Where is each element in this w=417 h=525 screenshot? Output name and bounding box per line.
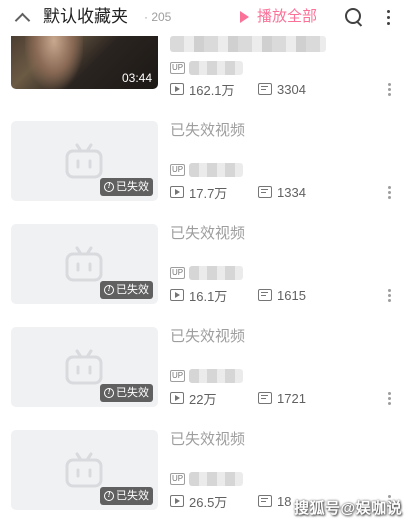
tv-placeholder-icon: [65, 452, 103, 488]
danmaku-count: 3304: [258, 82, 306, 97]
uploader-name-blurred: [189, 472, 244, 486]
video-stats: 162.1万 3304: [170, 80, 306, 99]
view-count: 16.1万: [170, 286, 258, 305]
play-count-icon: [170, 289, 184, 301]
play-count-icon: [170, 495, 184, 507]
alert-icon: !: [104, 182, 114, 192]
play-all-label: 播放全部: [257, 8, 318, 25]
danmaku-count: 1615: [258, 288, 306, 303]
video-title: 已失效视频: [170, 328, 246, 345]
more-options-icon[interactable]: [382, 388, 396, 408]
video-title: 已失效视频: [170, 122, 246, 139]
uploader-row: UP: [170, 163, 244, 177]
danmaku-count: 1721: [258, 391, 306, 406]
tv-placeholder-icon: [65, 349, 103, 385]
list-item[interactable]: ! 已失效 已失效视频 UP 16.1万 1615: [0, 213, 417, 313]
danmaku-count: 18: [258, 494, 291, 509]
video-thumbnail[interactable]: ! 已失效: [11, 430, 158, 510]
invalid-badge: ! 已失效: [100, 487, 153, 505]
duration-label: 03:44: [121, 71, 152, 85]
item-count: · 205: [144, 10, 172, 24]
uploader-name-blurred: [189, 266, 244, 280]
video-title-blurred: [170, 36, 326, 52]
video-title: 已失效视频: [170, 225, 246, 242]
uploader-name-blurred: [189, 61, 244, 75]
up-tag: UP: [170, 473, 186, 485]
more-menu-icon[interactable]: [381, 7, 395, 27]
video-thumbnail[interactable]: ! 已失效: [11, 224, 158, 304]
view-count: 162.1万: [170, 80, 258, 99]
video-stats: 17.7万 1334: [170, 183, 306, 202]
danmaku-icon: [258, 186, 272, 198]
more-options-icon[interactable]: [382, 285, 396, 305]
invalid-badge: ! 已失效: [100, 281, 153, 299]
play-count-icon: [170, 186, 184, 198]
up-tag: UP: [170, 164, 186, 176]
play-all-button[interactable]: 播放全部: [240, 7, 317, 27]
list-item[interactable]: ! 已失效 已失效视频 UP 22万 1721: [0, 316, 417, 416]
video-thumbnail[interactable]: ! 已失效: [11, 327, 158, 407]
more-options-icon[interactable]: [382, 79, 396, 99]
tv-placeholder-icon: [65, 143, 103, 179]
more-options-icon[interactable]: [382, 182, 396, 202]
alert-icon: !: [104, 285, 114, 295]
folder-title: 默认收藏夹: [43, 7, 128, 26]
invalid-badge: ! 已失效: [100, 384, 153, 402]
uploader-name-blurred: [189, 369, 244, 383]
video-stats: 16.1万 1615: [170, 286, 306, 305]
uploader-name-blurred: [189, 163, 244, 177]
uploader-row: UP: [170, 61, 244, 75]
tv-placeholder-icon: [65, 246, 103, 282]
uploader-row: UP: [170, 266, 244, 280]
video-thumbnail[interactable]: ! 已失效: [11, 121, 158, 201]
view-count: 22万: [170, 389, 258, 408]
danmaku-icon: [258, 83, 272, 95]
danmaku-icon: [258, 289, 272, 301]
play-count-icon: [170, 392, 184, 404]
uploader-row: UP: [170, 369, 244, 383]
play-icon: [240, 11, 249, 23]
collapse-chevron-icon[interactable]: [14, 10, 30, 24]
alert-icon: !: [104, 491, 114, 501]
list-item[interactable]: ! 已失效 已失效视频 UP 17.7万 1334: [0, 110, 417, 210]
watermark: 搜狐号@娱咖说: [294, 500, 403, 517]
play-count-icon: [170, 83, 184, 95]
uploader-row: UP: [170, 472, 244, 486]
video-stats: 22万 1721: [170, 389, 306, 408]
danmaku-icon: [258, 495, 272, 507]
danmaku-count: 1334: [258, 185, 306, 200]
video-title: 已失效视频: [170, 431, 246, 448]
view-count: 17.7万: [170, 183, 258, 202]
up-tag: UP: [170, 370, 186, 382]
alert-icon: !: [104, 388, 114, 398]
search-icon[interactable]: [345, 8, 364, 27]
invalid-badge: ! 已失效: [100, 178, 153, 196]
view-count: 26.5万: [170, 492, 258, 511]
danmaku-icon: [258, 392, 272, 404]
up-tag: UP: [170, 267, 186, 279]
video-stats: 26.5万 18: [170, 492, 291, 511]
top-bar: 默认收藏夹 · 205 播放全部: [0, 0, 417, 36]
up-tag: UP: [170, 62, 186, 74]
